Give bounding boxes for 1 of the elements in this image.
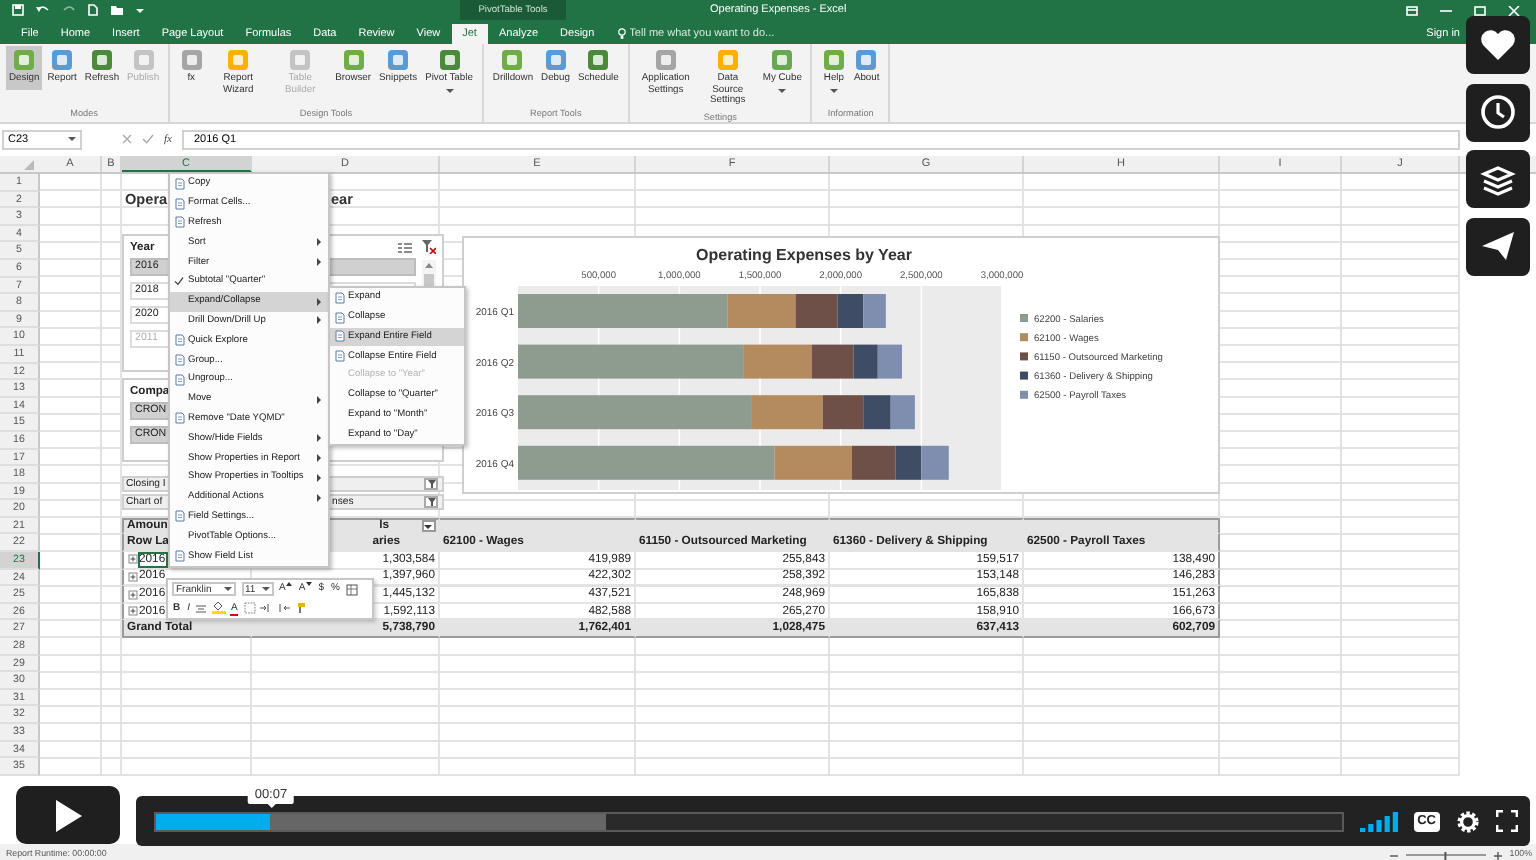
chart-title: Operating Expenses by Year	[696, 246, 912, 264]
